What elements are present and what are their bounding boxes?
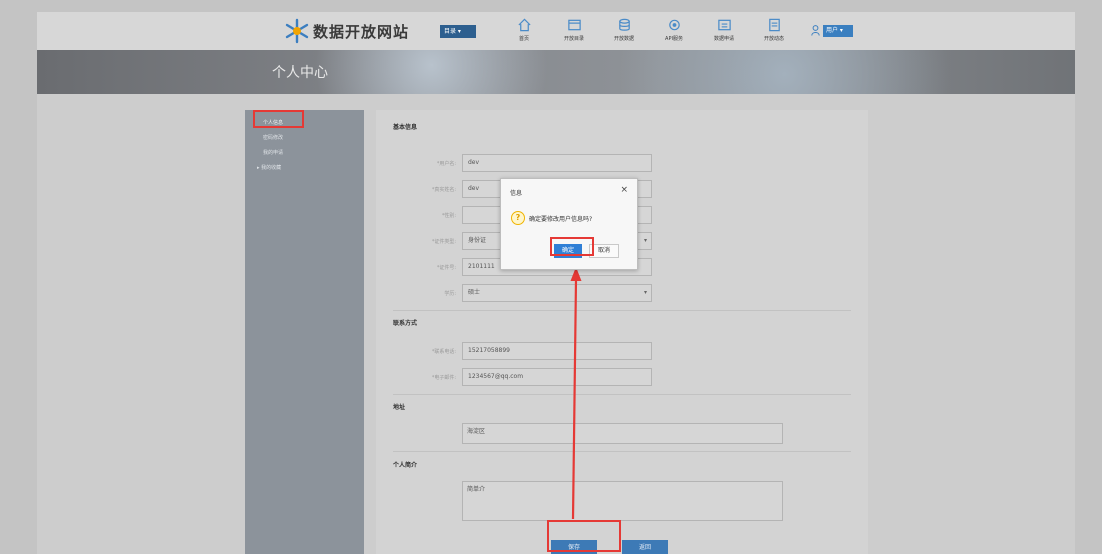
- highlight-box-sidebar-profile: [253, 110, 304, 128]
- field-label-id-number: *证件号:: [436, 265, 456, 271]
- nav-label: 开放动态: [763, 36, 784, 42]
- nav-item-open-data[interactable]: 开放数据: [607, 17, 641, 42]
- database-icon: [618, 18, 630, 31]
- id-type-value: 身份证: [468, 237, 487, 244]
- profile-form: 基本信息 *用户名: dev *真实姓名: dev *性别: *证件类型: 身份…: [376, 110, 868, 554]
- username-field[interactable]: dev: [462, 154, 652, 172]
- phone-field[interactable]: 15217058899: [462, 342, 652, 360]
- section-title-address: 地址: [393, 404, 406, 411]
- field-label-education: 学历:: [444, 291, 456, 297]
- nav-label: 数据申请: [713, 36, 734, 42]
- sidebar-item-password[interactable]: 密码修改: [263, 134, 283, 141]
- nav-item-api[interactable]: API服务: [657, 17, 691, 42]
- chevron-down-icon: ▾: [643, 237, 647, 244]
- nav-item-data-apply[interactable]: 数据申请: [707, 17, 741, 42]
- nav-item-home[interactable]: 首页: [507, 17, 541, 42]
- nav-label: API服务: [665, 36, 683, 42]
- section-title-contact: 联系方式: [393, 320, 418, 327]
- section-title-basic: 基本信息: [393, 124, 418, 131]
- main-nav: 首页 开放目录 开放数据 API服务 数据申请 开放动态: [507, 17, 791, 42]
- top-navigation-bar: 数据开放网站 目录 ▾ 首页 开放目录 开放数据 API服务 数据申请 开放动态…: [37, 12, 1075, 50]
- dialog-title: 信息: [510, 190, 523, 197]
- section-title-intro: 个人简介: [393, 462, 418, 469]
- folder-icon: [567, 19, 581, 31]
- highlight-box-dialog-confirm: [550, 237, 594, 256]
- dialog-message: 确定要修改用户信息吗?: [529, 216, 593, 223]
- education-value: 硕士: [468, 289, 481, 296]
- close-icon[interactable]: ×: [620, 185, 628, 195]
- nav-label: 开放数据: [613, 36, 634, 42]
- field-label-gender: *性别:: [441, 213, 456, 219]
- back-button[interactable]: 返回: [622, 540, 668, 554]
- page: 数据开放网站 目录 ▾ 首页 开放目录 开放数据 API服务 数据申请 开放动态…: [37, 12, 1075, 554]
- apply-icon: [717, 19, 731, 31]
- sidebar: 个人信息 密码修改 我的申请 ▸ 我的收藏: [245, 110, 364, 554]
- field-label-email: *电子邮件:: [431, 375, 456, 381]
- divider: [393, 310, 851, 311]
- sidebar-item-my-applications[interactable]: 我的申请: [263, 149, 283, 156]
- news-icon: [768, 18, 780, 32]
- sidebar-item-favorites[interactable]: ▸ 我的收藏: [257, 164, 281, 171]
- nav-item-news[interactable]: 开放动态: [757, 17, 791, 42]
- divider: [393, 451, 851, 452]
- page-title: 个人中心: [272, 65, 328, 81]
- site-title[interactable]: 数据开放网站: [313, 21, 409, 42]
- site-logo-icon: [285, 18, 309, 44]
- nav-label: 首页: [518, 36, 529, 42]
- question-icon: ?: [511, 211, 525, 225]
- user-menu-button[interactable]: 用户 ▾: [823, 25, 853, 37]
- intro-textarea[interactable]: 简单介: [462, 481, 783, 521]
- email-field[interactable]: 1234567@qq.com: [462, 368, 652, 386]
- education-select[interactable]: 硕士 ▾: [462, 284, 652, 302]
- divider: [393, 394, 851, 395]
- highlight-box-save: [547, 520, 621, 552]
- api-icon: [668, 19, 680, 31]
- page-banner: 个人中心: [37, 50, 1075, 94]
- home-icon: [517, 18, 531, 32]
- field-label-username: *用户名:: [436, 161, 456, 167]
- field-label-phone: *联系电话:: [431, 349, 456, 355]
- user-icon: [811, 25, 820, 36]
- address-field[interactable]: 海淀区: [462, 423, 783, 444]
- field-label-realname: *真实姓名:: [431, 187, 456, 193]
- annotation-arrow: [570, 267, 582, 520]
- field-label-id-type: *证件类型:: [431, 239, 456, 245]
- nav-label: 开放目录: [563, 36, 584, 42]
- confirm-dialog: 信息 × ? 确定要修改用户信息吗? 确定 取消: [500, 178, 638, 270]
- category-dropdown-button[interactable]: 目录 ▾: [440, 25, 476, 38]
- chevron-down-icon: ▾: [643, 289, 647, 296]
- nav-item-open-catalog[interactable]: 开放目录: [557, 17, 591, 42]
